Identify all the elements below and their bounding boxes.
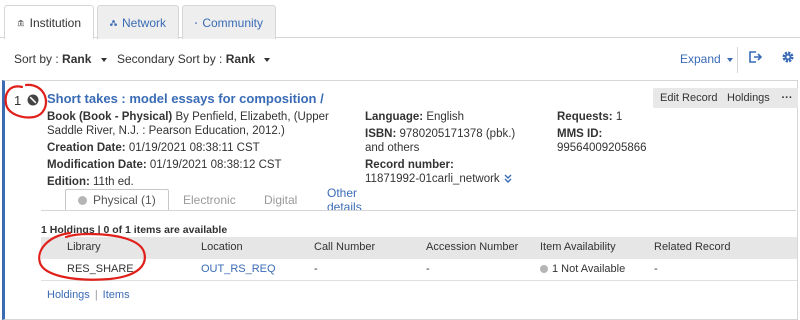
items-link[interactable]: Items [103, 289, 130, 301]
edition-line: Edition: 11th ed. [47, 175, 347, 189]
sort-by-dropdown[interactable]: Sort by : Rank [14, 52, 107, 66]
network-icon [110, 19, 117, 26]
requests-line: Requests: 1 [557, 110, 707, 124]
table-header-row: Library Location Call Number Accession N… [41, 237, 797, 259]
modification-date-label: Modification Date: [47, 159, 147, 171]
record-details-column: Book (Book - Physical) By Penfield, Eliz… [47, 110, 347, 189]
record-title-link[interactable]: Short takes : model essays for compositi… [47, 91, 324, 106]
tab-community-label: Community [202, 15, 263, 30]
tab-digital[interactable]: Digital [252, 189, 309, 211]
edit-record-button[interactable]: Edit Record [653, 88, 725, 108]
tab-physical[interactable]: Physical (1) [65, 189, 169, 211]
mms-id-line: MMS ID: [557, 127, 707, 141]
holdings-button[interactable]: Holdings [720, 88, 777, 108]
mms-id-value-line: 99564009205866 [557, 141, 707, 155]
tab-network-label: Network [121, 15, 166, 30]
secondary-sort-dropdown[interactable]: Secondary Sort by : Rank [117, 52, 271, 66]
community-icon [195, 21, 198, 24]
tab-institution[interactable]: Institution [4, 5, 94, 39]
result-number: 1 [14, 93, 22, 108]
tab-institution-label: Institution [29, 15, 81, 30]
cell-call-number: - [314, 263, 318, 275]
chevron-down-icon [264, 57, 271, 62]
toolbar-divider [737, 47, 738, 73]
creation-date-line: Creation Date: 01/19/2021 08:38:11 CST [47, 141, 347, 155]
header-call-number: Call Number [314, 241, 376, 253]
tab-electronic[interactable]: Electronic [171, 189, 248, 211]
language-line: Language: English [365, 110, 535, 124]
modification-date-line: Modification Date: 01/19/2021 08:38:12 C… [47, 158, 347, 172]
sort-by-value: Rank [62, 52, 92, 66]
mms-id-value: 99564009205866 [557, 142, 647, 154]
sort-toolbar: Sort by : Rank Secondary Sort by : Rank … [0, 39, 800, 77]
language-label: Language: [365, 111, 424, 123]
header-related-record: Related Record [654, 241, 731, 253]
physical-dot-icon [78, 195, 87, 205]
expand-dropdown[interactable]: Expand [680, 52, 733, 66]
inventory-tabs-divider [41, 210, 796, 211]
mms-id-label: MMS ID: [557, 128, 603, 140]
record-number-line: Record number: [365, 158, 535, 172]
availability-text: 1 Not Available [552, 263, 626, 275]
creation-date-label: Creation Date: [47, 142, 126, 154]
link-separator: | [94, 289, 98, 301]
requests-label: Requests: [557, 111, 613, 123]
holdings-link[interactable]: Holdings [47, 289, 90, 301]
cell-item-availability: 1 Not Available [540, 263, 625, 275]
tab-physical-label: Physical (1) [93, 193, 156, 207]
header-item-availability: Item Availability [540, 241, 616, 253]
isbn-line: ISBN: 9780205171378 (pbk.) and others [365, 127, 535, 155]
search-scope-tabs: Institution Network Community [0, 0, 800, 39]
edition-label: Edition: [47, 176, 90, 188]
search-result-card: 1 Short takes : model essays for composi… [2, 80, 798, 320]
availability-dot-icon [540, 265, 548, 274]
cell-library: RES_SHARE [67, 263, 134, 275]
header-location: Location [201, 241, 243, 253]
header-accession-number: Accession Number [426, 241, 519, 253]
institution-icon [17, 19, 24, 26]
cell-accession-number: - [426, 263, 430, 275]
expand-label: Expand [680, 52, 721, 66]
record-stats-column: Requests: 1 MMS ID: 99564009205866 [557, 110, 707, 155]
chevron-down-icon [100, 57, 107, 62]
export-icon[interactable] [748, 50, 762, 64]
material-type: Book (Book - Physical) [47, 111, 173, 123]
table-row: RES_SHARE OUT_RS_REQ - - 1 Not Available… [41, 259, 797, 281]
gear-icon[interactable] [781, 50, 795, 64]
modification-date-value: 01/19/2021 08:38:12 CST [149, 159, 282, 171]
double-chevron-down-icon[interactable] [504, 174, 512, 184]
tab-other-details[interactable]: Other details [315, 186, 374, 214]
requests-value: 1 [615, 111, 623, 123]
holdings-summary: 1 Holdings | 0 of 1 items are available [41, 224, 228, 236]
record-footer-links: Holdings | Items [47, 289, 130, 301]
language-value: English [426, 111, 465, 123]
more-actions-button[interactable]: ··· [776, 88, 798, 108]
blocked-status-icon [27, 94, 39, 106]
secondary-sort-value: Rank [225, 52, 256, 66]
sort-by-label: Sort by : [14, 52, 59, 66]
creation-date-value: 01/19/2021 08:38:11 CST [128, 142, 260, 154]
material-type-line: Book (Book - Physical) By Penfield, Eliz… [47, 110, 347, 138]
record-number-value: 11871992-01carli_network [365, 173, 500, 185]
chevron-down-icon [726, 57, 733, 62]
tab-community[interactable]: Community [182, 5, 276, 39]
record-number-label: Record number: [365, 159, 454, 171]
cell-location-link[interactable]: OUT_RS_REQ [201, 263, 276, 275]
holdings-table: Library Location Call Number Accession N… [41, 237, 797, 281]
edition-value: 11th ed. [93, 176, 134, 188]
record-number-value-line: 11871992-01carli_network [365, 172, 535, 186]
header-library: Library [67, 241, 101, 253]
isbn-label: ISBN: [365, 128, 397, 140]
cell-related-record: - [654, 263, 658, 275]
tab-network[interactable]: Network [97, 5, 179, 39]
record-identifiers-column: Language: English ISBN: 9780205171378 (p… [365, 110, 535, 186]
secondary-sort-label: Secondary Sort by : [117, 52, 223, 66]
